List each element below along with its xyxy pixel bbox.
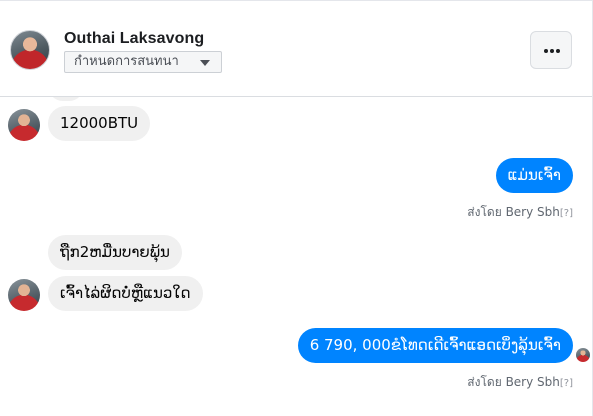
assign-conversation-dropdown[interactable]: กำหนดการสนทนา — [64, 51, 222, 73]
message-bubble-incoming[interactable]: ເຈົ້າໄລ່ຜິດບໍ່ຫຼືແນວໃດ — [48, 276, 203, 311]
conversation-header: Outhai Laksavong กำหนดการสนทนา — [0, 1, 592, 97]
contact-name[interactable]: Outhai Laksavong — [64, 30, 204, 48]
sent-by-label: ส่งโดย Bery Sbh[?] — [467, 373, 573, 392]
more-options-button[interactable] — [530, 31, 572, 69]
seen-receipt-avatar — [576, 348, 590, 362]
more-dot-icon — [556, 49, 560, 53]
contact-avatar-small[interactable] — [8, 279, 40, 311]
more-dot-icon — [544, 49, 548, 53]
message-bubble-outgoing[interactable]: 6 790, 000ຂໍໂທດເດີເຈົ້າແອດເບິ່ງລຸ້ນເຈົ້າ — [297, 328, 573, 363]
assign-conversation-label: กำหนดการสนทนา — [74, 54, 179, 69]
message-thread[interactable]: 12000BTU ແມ່ນເຈົ້າ ส่งโดย Bery Sbh[?] ຖື… — [0, 97, 592, 416]
contact-avatar-small[interactable] — [8, 109, 40, 141]
message-bubble-outgoing[interactable]: ແມ່ນເຈົ້າ — [495, 158, 573, 193]
help-mark[interactable]: [?] — [560, 208, 573, 219]
help-mark[interactable]: [?] — [560, 378, 573, 389]
sent-by-text: ส่งโดย Bery Sbh — [467, 375, 560, 389]
message-bubble-incoming[interactable]: 12000BTU — [48, 106, 151, 141]
sent-by-text: ส่งโดย Bery Sbh — [467, 205, 560, 219]
contact-avatar[interactable] — [10, 30, 50, 70]
more-dot-icon — [550, 49, 554, 53]
caret-down-icon — [200, 60, 210, 66]
message-bubble-partial — [48, 97, 84, 101]
sent-by-label: ส่งโดย Bery Sbh[?] — [467, 203, 573, 222]
message-bubble-incoming[interactable]: ຖືກ2ຫມື່ນບາຍພຸ້ນ — [48, 235, 182, 270]
